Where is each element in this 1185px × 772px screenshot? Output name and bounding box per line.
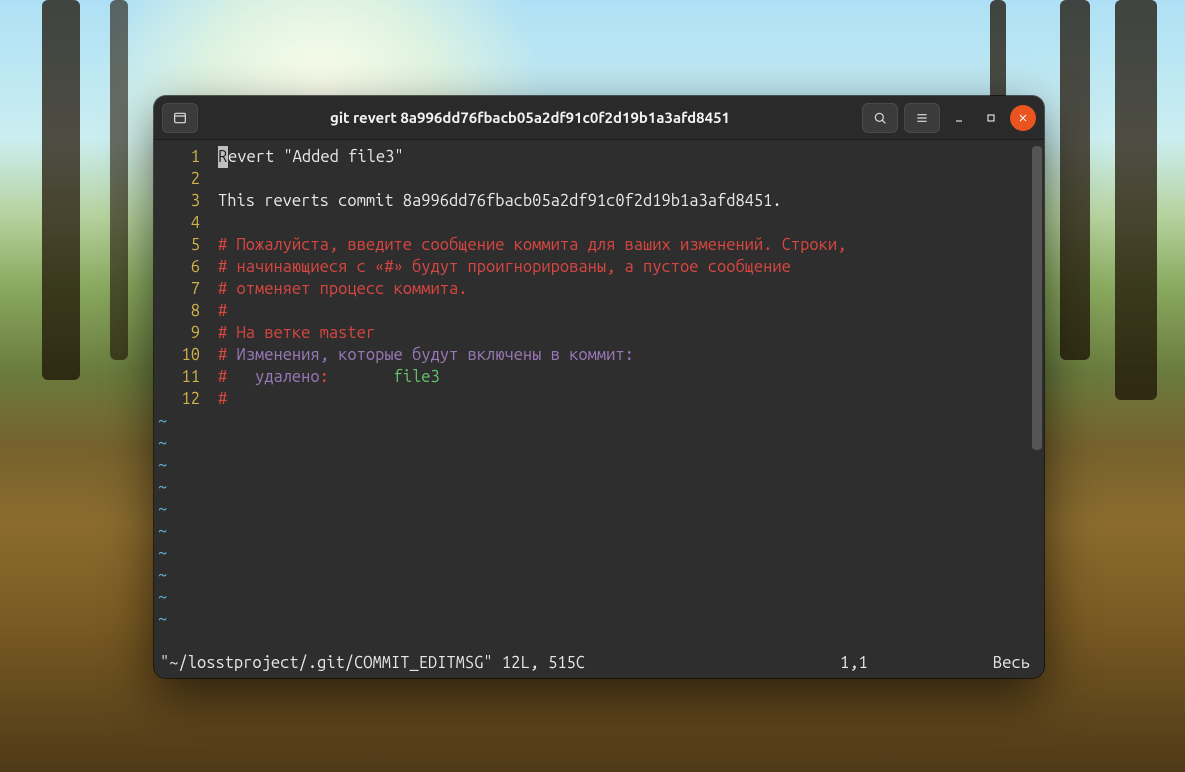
menu-button[interactable] — [904, 103, 940, 133]
line-number: 10 — [154, 344, 200, 366]
code-line[interactable] — [218, 212, 1026, 234]
tilde-line: ~ — [158, 432, 167, 454]
scrollbar-thumb[interactable] — [1032, 146, 1042, 450]
new-tab-button[interactable] — [162, 103, 198, 133]
line-number: 7 — [154, 278, 200, 300]
code-text: # — [218, 368, 227, 386]
tilde-line: ~ — [158, 542, 167, 564]
line-number: 12 — [154, 388, 200, 410]
tilde-line: ~ — [158, 586, 167, 608]
code-line[interactable]: # Изменения, которые будут включены в ко… — [218, 344, 1026, 366]
search-button[interactable] — [862, 103, 898, 133]
tilde-line: ~ — [158, 410, 167, 432]
desktop-background: git revert 8a996dd76fbacb05a2df91c0f2d19… — [0, 0, 1185, 772]
tilde-line: ~ — [158, 608, 167, 630]
code-text: # начинающиеся с «#» будут проигнорирова… — [218, 258, 791, 276]
code-text: # — [218, 390, 227, 408]
vim-editor[interactable]: 123456789101112 Revert "Added file3"This… — [154, 140, 1044, 678]
maximize-button[interactable] — [978, 105, 1004, 131]
line-number: 9 — [154, 322, 200, 344]
close-button[interactable] — [1010, 105, 1036, 131]
code-text: # На ветке master — [218, 324, 375, 342]
code-line[interactable]: # удалено: file3 — [218, 366, 1026, 388]
code-text: file3 — [329, 368, 440, 386]
minimize-button[interactable] — [946, 105, 972, 131]
code-line[interactable]: # — [218, 300, 1026, 322]
code-line[interactable]: Revert "Added file3" — [218, 146, 1026, 168]
empty-line-tildes: ~~~~~~~~~~ — [158, 410, 167, 630]
code-text: удалено — [227, 368, 319, 386]
tilde-line: ~ — [158, 498, 167, 520]
code-line[interactable]: # — [218, 388, 1026, 410]
code-text: This reverts commit 8a996dd76fbacb05a2df… — [218, 192, 782, 210]
code-text: # Пожалуйста, введите сообщение коммита … — [218, 236, 846, 254]
code-line[interactable]: # На ветке master — [218, 322, 1026, 344]
code-text: # — [218, 346, 227, 364]
line-number-gutter: 123456789101112 — [154, 146, 210, 410]
cursor: R — [218, 146, 228, 168]
code-text: Изменения, которые будут включены в комм… — [227, 346, 634, 364]
line-number: 1 — [154, 146, 200, 168]
line-number: 2 — [154, 168, 200, 190]
tilde-line: ~ — [158, 476, 167, 498]
code-line[interactable]: # начинающиеся с «#» будут проигнорирова… — [218, 256, 1026, 278]
status-position: 1,1 — [840, 652, 960, 674]
code-line[interactable]: # Пожалуйста, введите сообщение коммита … — [218, 234, 1026, 256]
code-line[interactable]: # отменяет процесс коммита. — [218, 278, 1026, 300]
line-number: 8 — [154, 300, 200, 322]
line-number: 3 — [154, 190, 200, 212]
line-number: 11 — [154, 366, 200, 388]
code-text: evert "Added file3" — [228, 148, 404, 166]
code-line[interactable] — [218, 168, 1026, 190]
line-number: 6 — [154, 256, 200, 278]
code-text: # — [218, 302, 227, 320]
status-file: "~/losstproject/.git/COMMIT_EDITMSG" 12L… — [160, 652, 585, 674]
terminal-window: git revert 8a996dd76fbacb05a2df91c0f2d19… — [154, 96, 1044, 678]
line-number: 5 — [154, 234, 200, 256]
status-percent: Весь — [960, 652, 1030, 674]
line-number: 4 — [154, 212, 200, 234]
vim-status-bar: "~/losstproject/.git/COMMIT_EDITMSG" 12L… — [160, 652, 1030, 674]
scrollbar[interactable] — [1032, 146, 1042, 652]
code-text: # отменяет процесс коммита. — [218, 280, 467, 298]
tilde-line: ~ — [158, 454, 167, 476]
code-area[interactable]: Revert "Added file3" This reverts commit … — [218, 146, 1026, 410]
titlebar[interactable]: git revert 8a996dd76fbacb05a2df91c0f2d19… — [154, 96, 1044, 140]
tilde-line: ~ — [158, 564, 167, 586]
code-text: : — [320, 368, 329, 386]
tilde-line: ~ — [158, 520, 167, 542]
window-title: git revert 8a996dd76fbacb05a2df91c0f2d19… — [206, 109, 854, 126]
code-line[interactable]: This reverts commit 8a996dd76fbacb05a2df… — [218, 190, 1026, 212]
